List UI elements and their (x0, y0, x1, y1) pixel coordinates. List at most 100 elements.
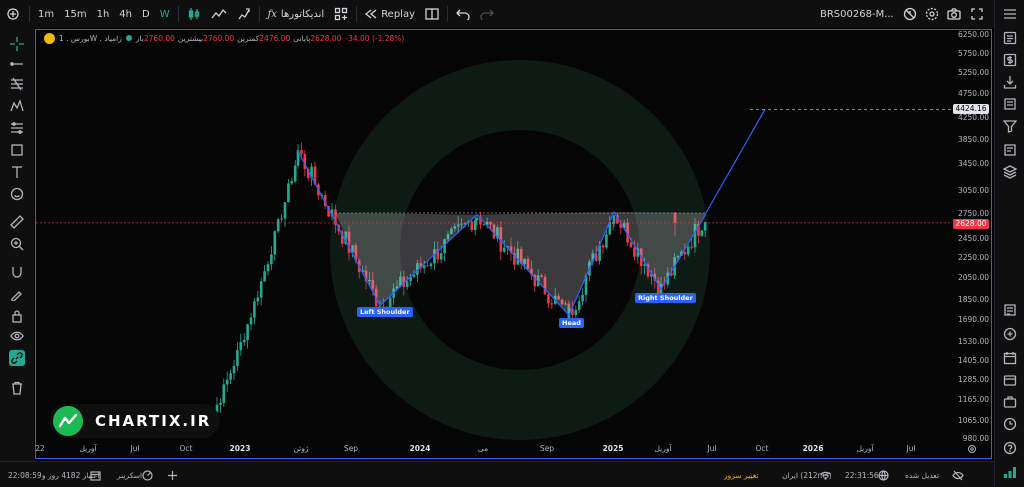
time-tick: می (477, 444, 489, 453)
candle-body (225, 379, 229, 385)
candle-body (293, 165, 297, 182)
time-tick: 2025 (602, 444, 624, 453)
legend-open-value: 2760.00 (143, 33, 175, 43)
candle-body (581, 294, 584, 302)
time-tick: Jul (707, 444, 717, 453)
candle-body (287, 183, 290, 203)
legend-low-value: 2476.00 (259, 33, 291, 43)
candle-body (263, 271, 266, 282)
candle-body (550, 303, 554, 305)
candle-body (633, 247, 636, 257)
time-tick: Oct (755, 444, 769, 453)
price-tick: 2250.00 (957, 253, 989, 262)
time-tick: 2026 (802, 444, 824, 453)
candle-body (700, 230, 704, 236)
price-tick: 6250.00 (957, 30, 989, 39)
price-tick: 1165.00 (957, 395, 989, 404)
time-tick: 2023 (229, 444, 251, 453)
price-tick: 2750.00 (957, 209, 989, 218)
candle-body (246, 324, 249, 340)
candle-body (683, 251, 687, 255)
legend-change: -34.00 (-1.28%) (345, 33, 405, 43)
candle-body (422, 265, 426, 269)
candle-body (232, 365, 236, 374)
hide-button[interactable] (952, 462, 964, 487)
screener-icon-button[interactable] (142, 462, 153, 487)
candle-body (405, 281, 409, 287)
candle-body (256, 297, 260, 302)
price-tick: 3050.00 (957, 186, 989, 195)
target-price-badge: 4424.16 (953, 104, 989, 114)
candle-body (266, 264, 270, 272)
calendar-icon (90, 470, 101, 481)
eye-off-icon (952, 470, 964, 480)
chartix-logo-icon (53, 406, 83, 436)
candle-body (690, 246, 693, 248)
price-tick: 1530.00 (957, 337, 989, 346)
price-tick: 2050.00 (957, 273, 989, 282)
legend-open-label: باز (135, 33, 144, 43)
wifi-icon (820, 471, 831, 480)
candle-body (426, 265, 429, 267)
candle-body (574, 310, 578, 315)
price-tick: 5750.00 (957, 49, 989, 58)
price-tick: 980.00 (962, 434, 989, 443)
price-tick: 1690.00 (957, 315, 989, 324)
crosshair-button[interactable] (167, 462, 178, 487)
candle-body (259, 281, 263, 298)
candle-body (253, 301, 256, 318)
price-tick: 4250.00 (957, 113, 989, 122)
connection-button[interactable] (820, 462, 831, 487)
price-tick: 3850.00 (957, 135, 989, 144)
candle-body (601, 245, 605, 248)
time-tick: Jul (906, 444, 916, 453)
ohlc-legend: بورس . 1W . زامیاد باز 2760.00 بیشترین 2… (40, 31, 404, 45)
time-tick: Sep (343, 444, 359, 453)
head-label: Head (559, 318, 584, 328)
candle-body (482, 224, 486, 226)
candle-body (290, 181, 294, 184)
time-tick: 2024 (409, 444, 431, 453)
legend-high-value: 2760.00 (203, 33, 235, 43)
clock-display: 22:31:56 (845, 470, 879, 480)
session-time: 22:08:59 (8, 470, 42, 480)
candle-body (502, 247, 506, 252)
candle-body (273, 231, 277, 255)
candle-body (229, 373, 232, 380)
legend-exchange: بورس . 1W . زامیاد (59, 33, 122, 43)
radar-icon (142, 469, 153, 481)
timezone-button[interactable] (878, 462, 889, 487)
candle-body (276, 219, 280, 232)
adjusted-toggle[interactable]: تعدیل شده (905, 462, 939, 487)
candle-body (686, 246, 690, 255)
price-tick: 1065.00 (957, 416, 989, 425)
candle-body (280, 218, 283, 220)
candle-body (283, 202, 287, 219)
chartix-logo: CHARTIX.IR (50, 404, 220, 438)
price-tick: 3450.00 (957, 159, 989, 168)
price-tick: 4750.00 (957, 89, 989, 98)
time-tick: 22 (35, 444, 45, 453)
legend-low-label: کمترین (237, 33, 260, 43)
time-tick: ژوئن (293, 444, 309, 453)
candle-body (300, 150, 303, 154)
price-tick: 1405.00 (957, 356, 989, 365)
calendar-button[interactable] (90, 462, 101, 487)
candle-body (270, 254, 273, 265)
candle-body (605, 234, 608, 248)
candle-body (249, 317, 253, 325)
time-tick: آوریل (79, 444, 97, 453)
candle-body (629, 242, 633, 248)
change-server-link[interactable]: تغییر سرور (724, 462, 758, 487)
time-tick: Sep (539, 444, 555, 453)
time-tick: آوریل (856, 444, 874, 453)
price-tick: 2450.00 (957, 234, 989, 243)
time-tick: Jul (130, 444, 140, 453)
screener-label[interactable]: اسکرینر (117, 462, 142, 487)
chartix-logo-text: CHARTIX.IR (95, 412, 212, 430)
market-status-icon (125, 35, 132, 41)
candle-body (429, 263, 433, 267)
candle-body (475, 217, 479, 221)
price-tick: 5250.00 (957, 68, 989, 77)
time-axis-settings[interactable] (967, 444, 977, 456)
